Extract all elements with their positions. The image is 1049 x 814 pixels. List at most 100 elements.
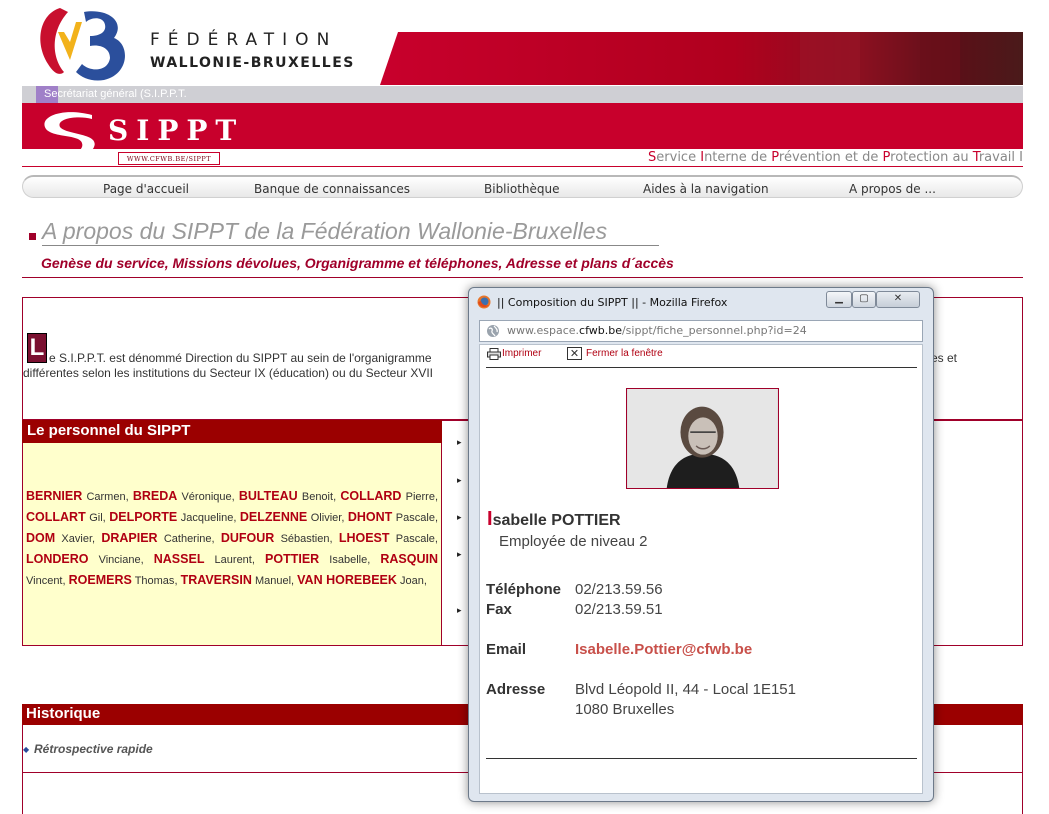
- service-full-name: Service Interne de Prévention et de Prot…: [648, 150, 1023, 165]
- staff-last-name: DELPORTE: [109, 510, 178, 524]
- staff-photo: [626, 388, 779, 489]
- staff-first-name: Olivier: [310, 512, 342, 524]
- staff-last-name: COLLART: [26, 510, 86, 524]
- staff-first-name: Véronique: [181, 491, 232, 503]
- popup-url: www.espace.cfwb.be/sippt/fiche_personnel…: [507, 324, 807, 337]
- person-name: Isabelle POTTIER: [487, 508, 621, 530]
- staff-member-link[interactable]: DOM Xavier: [26, 531, 92, 545]
- staff-first-name: Isabelle: [329, 554, 368, 566]
- staff-last-name: LHOEST: [338, 531, 390, 545]
- page-title: A propos du SIPPT de la Fédération Wallo…: [42, 218, 660, 246]
- arrow-icon[interactable]: ▸: [457, 513, 462, 523]
- service-word: Travail I: [972, 150, 1023, 165]
- print-link[interactable]: Imprimer: [502, 348, 541, 359]
- close-window-link[interactable]: Fermer la fenêtre: [586, 348, 663, 359]
- service-word: Prévention et de: [771, 150, 883, 165]
- staff-last-name: BREDA: [132, 489, 178, 503]
- federation-name-line1: FÉDÉRATION: [150, 30, 338, 50]
- staff-member-link[interactable]: LONDERO Vinciane: [26, 552, 141, 566]
- popup-divider-bottom: [486, 758, 917, 759]
- staff-first-name: Gil: [89, 512, 103, 524]
- staff-first-name: Carmen: [86, 491, 126, 503]
- staff-member-link[interactable]: BREDA Véronique: [132, 489, 232, 503]
- staff-member-link[interactable]: COLLART Gil: [26, 510, 103, 524]
- close-window-button[interactable]: ✕: [876, 291, 920, 308]
- globe-icon: [487, 325, 499, 337]
- arrow-icon[interactable]: ▸: [457, 476, 462, 486]
- staff-last-name: POTTIER: [265, 552, 320, 566]
- staff-member-link[interactable]: LHOEST Pascale: [338, 531, 435, 545]
- fax-value: 02/213.59.51: [575, 601, 663, 618]
- staff-first-name: Thomas: [134, 575, 175, 587]
- staff-member-link[interactable]: BERNIER Carmen: [26, 489, 126, 503]
- intro-dropcap: L: [27, 333, 47, 363]
- history-link[interactable]: Rétrospective rapide: [34, 742, 153, 756]
- staff-first-name: Sébastien: [280, 533, 330, 545]
- federation-name-line2: WALLONIE-BRUXELLES: [150, 55, 355, 71]
- staff-member-link[interactable]: VAN HOREBEEK Joan: [297, 573, 424, 587]
- address-label: Adresse: [486, 681, 546, 698]
- staff-detail-popup: || Composition du SIPPT || - Mozilla Fir…: [468, 287, 934, 802]
- printer-icon[interactable]: [487, 348, 501, 360]
- staff-last-name: BERNIER: [26, 489, 83, 503]
- staff-first-name: Catherine: [163, 533, 212, 545]
- staff-member-link[interactable]: DELZENNE Olivier: [239, 510, 342, 524]
- staff-member-link[interactable]: ROEMERS Thomas: [68, 573, 175, 587]
- staff-last-name: ROEMERS: [68, 573, 132, 587]
- popup-divider-top: [486, 367, 917, 368]
- nav-about[interactable]: A propos de ...: [849, 182, 936, 196]
- phone-value: 02/213.59.56: [575, 581, 663, 598]
- staff-member-link[interactable]: COLLARD Pierre: [340, 489, 435, 503]
- service-word: Interne de: [700, 150, 772, 165]
- staff-last-name: DUFOUR: [220, 531, 275, 545]
- popup-url-bar[interactable]: www.espace.cfwb.be/sippt/fiche_personnel…: [479, 320, 923, 342]
- arrow-icon[interactable]: ▸: [457, 438, 462, 448]
- nav-library[interactable]: Bibliothèque: [484, 182, 560, 196]
- bullet-icon: ◆: [23, 745, 30, 754]
- nav-home[interactable]: Page d'accueil: [103, 182, 189, 196]
- phone-label: Téléphone: [486, 581, 562, 598]
- subtitle-divider: [22, 277, 1023, 278]
- intro-text-line2: différentes selon les institutions du Se…: [23, 366, 434, 380]
- sippt-logo-text: SIPPT: [108, 114, 245, 147]
- page-subtitle: Genèse du service, Missions dévolues, Or…: [41, 255, 674, 271]
- staff-first-name: Pascale: [395, 533, 435, 545]
- intro-text-line1: e S.I.P.P.T. est dénommé Direction du SI…: [49, 351, 432, 365]
- email-link[interactable]: Isabelle.Pottier@cfwb.be: [575, 641, 752, 658]
- staff-member-link[interactable]: NASSEL Laurent: [154, 552, 252, 566]
- staff-last-name: LONDERO: [26, 552, 89, 566]
- arrow-icon[interactable]: ▸: [457, 550, 462, 560]
- staff-member-link[interactable]: TRAVERSIN Manuel: [181, 573, 291, 587]
- site-url-tag[interactable]: WWW.CFWB.BE/SIPPT: [118, 152, 220, 165]
- minimize-button[interactable]: ▁: [826, 291, 852, 308]
- title-bullet: [29, 233, 36, 240]
- firefox-icon: [477, 295, 491, 309]
- staff-member-link[interactable]: DRAPIER Catherine: [101, 531, 212, 545]
- staff-last-name: DOM: [26, 531, 56, 545]
- staff-member-link[interactable]: DHONT Pascale: [348, 510, 435, 524]
- popup-title: || Composition du SIPPT || - Mozilla Fir…: [497, 296, 728, 309]
- nav-help[interactable]: Aides à la navigation: [643, 182, 769, 196]
- popup-titlebar[interactable]: || Composition du SIPPT || - Mozilla Fir…: [469, 288, 933, 316]
- federation-logo-icon[interactable]: [30, 2, 135, 84]
- staff-member-link[interactable]: POTTIER Isabelle: [265, 552, 368, 566]
- nav-knowledge-base[interactable]: Banque de connaissances: [254, 182, 410, 196]
- staff-member-link[interactable]: BULTEAU Benoit: [238, 489, 333, 503]
- staff-last-name: DELZENNE: [239, 510, 308, 524]
- address-line1: Blvd Léopold II, 44 - Local 1E151: [575, 681, 796, 698]
- staff-last-name: VAN HOREBEEK: [297, 573, 397, 587]
- service-word: Protection au: [882, 150, 973, 165]
- popup-content: Imprimer ✕ Fermer la fenêtre Isabelle PO…: [479, 344, 923, 794]
- staff-last-name: BULTEAU: [238, 489, 298, 503]
- staff-first-name: Vinciane: [98, 554, 141, 566]
- main-nav: Page d'accueil Banque de connaissances B…: [22, 175, 1023, 198]
- close-icon[interactable]: ✕: [567, 347, 582, 360]
- secretariat-label: Secrétariat général (S.I.P.P.T.: [44, 88, 187, 100]
- staff-member-link[interactable]: DUFOUR Sébastien: [220, 531, 330, 545]
- arrow-icon[interactable]: ▸: [457, 606, 462, 616]
- staff-first-name: Xavier: [61, 533, 92, 545]
- staff-member-link[interactable]: DELPORTE Jacqueline: [109, 510, 233, 524]
- maximize-button[interactable]: ▢: [852, 291, 876, 308]
- email-label: Email: [486, 641, 527, 658]
- staff-first-name: Vincent: [26, 575, 63, 587]
